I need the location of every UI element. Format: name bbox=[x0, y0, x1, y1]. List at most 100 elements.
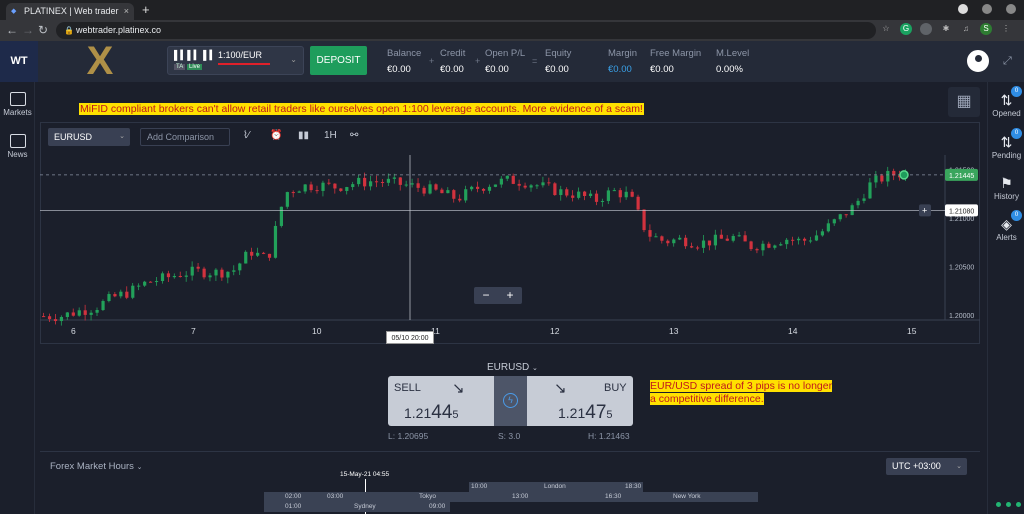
chart-layout-grid-icon[interactable]: ▦ bbox=[948, 87, 980, 117]
timeframe-selector[interactable]: 1H bbox=[324, 130, 337, 141]
candle-body bbox=[541, 182, 545, 186]
alarm-clock-icon[interactable]: ⏰ bbox=[270, 130, 282, 141]
sidebar-item-pending[interactable]: ⇅ 0 Pending bbox=[988, 128, 1024, 160]
buy-button[interactable]: ↘ BUY 1.21475 bbox=[527, 376, 633, 426]
stat-label: Balance bbox=[387, 48, 422, 59]
zoom-in-button[interactable]: + bbox=[506, 287, 513, 304]
forex-market-hours-toggle[interactable]: Forex Market Hours ⌄ bbox=[50, 461, 142, 472]
candle-body bbox=[333, 183, 337, 189]
back-arrow-icon[interactable]: ← bbox=[6, 23, 18, 37]
candle-body bbox=[713, 234, 718, 246]
drawing-tools-icon[interactable]: ⚯ bbox=[350, 130, 358, 141]
profile-avatar[interactable]: S bbox=[980, 23, 992, 35]
sidebar-item-label: Opened bbox=[992, 109, 1021, 118]
browser-tab-bar: ◆ PLATINEX | Web trader × + bbox=[0, 0, 1024, 20]
user-avatar[interactable] bbox=[967, 50, 989, 72]
markets-chart-icon bbox=[9, 92, 26, 106]
grammarly-extension-icon[interactable]: G bbox=[900, 23, 912, 35]
window-controls bbox=[958, 4, 1016, 14]
trade-symbol-label: EURUSD bbox=[487, 362, 530, 373]
lightning-bolt-icon: ϟ bbox=[503, 393, 518, 408]
account-id-masked: ▌▍▌▍ ▌▍ bbox=[174, 50, 217, 60]
sell-label: SELL bbox=[394, 382, 421, 394]
candle-body bbox=[470, 186, 474, 190]
plus-operator: + bbox=[475, 56, 481, 66]
session-start: 02:00 bbox=[285, 493, 302, 500]
sidebar-item-history[interactable]: ⚑ History bbox=[988, 175, 1024, 201]
account-selector[interactable]: ▌▍▌▍ ▌▍ 1:100/EUR TA Live ⌄ bbox=[167, 46, 304, 75]
candle-body bbox=[618, 190, 622, 198]
candle-body bbox=[77, 310, 81, 316]
media-icon[interactable]: ♫ bbox=[960, 23, 972, 35]
trade-symbol-selector[interactable]: EURUSD ⌄ bbox=[487, 362, 538, 373]
sell-button[interactable]: SELL ↘ 1.21445 bbox=[388, 376, 494, 426]
add-comparison-input[interactable]: Add Comparison bbox=[140, 128, 230, 146]
candle-body bbox=[624, 191, 628, 198]
candle-body bbox=[101, 301, 105, 310]
candle-body bbox=[238, 263, 242, 271]
buy-price: 1.21475 bbox=[558, 402, 613, 423]
session-london: 10:00 London 18:30 bbox=[469, 482, 643, 492]
minimize-icon[interactable] bbox=[982, 4, 992, 14]
browser-tab[interactable]: ◆ PLATINEX | Web trader × bbox=[6, 3, 134, 20]
one-click-trading-toggle[interactable]: ϟ bbox=[494, 376, 527, 426]
record-icon[interactable] bbox=[958, 4, 968, 14]
zoom-out-button[interactable]: − bbox=[482, 287, 489, 304]
chevron-down-icon: ⌄ bbox=[136, 464, 143, 471]
url-bar[interactable]: 🔒 webtrader.platinex.co bbox=[56, 22, 876, 39]
forward-arrow-icon[interactable]: → bbox=[22, 23, 34, 37]
arrow-down-right-icon: ↘ bbox=[452, 380, 465, 397]
candle-body bbox=[256, 252, 260, 256]
candle-body bbox=[458, 198, 462, 201]
candle-body bbox=[196, 266, 200, 269]
price-chart[interactable]: 1.215001.210001.205001.20000671011121314… bbox=[40, 155, 980, 343]
candles-icon[interactable]: ▮▮ bbox=[298, 130, 309, 141]
daily-low: L: 1.20695 bbox=[388, 431, 429, 441]
sidebar-item-opened[interactable]: ⇅ 0 Opened bbox=[988, 86, 1024, 118]
candle-body bbox=[422, 187, 426, 194]
puzzle-icon[interactable]: ✱ bbox=[940, 23, 952, 35]
stat-label: Credit bbox=[440, 48, 466, 59]
candle-body bbox=[785, 239, 789, 245]
browser-menu-icon[interactable]: ⋮ bbox=[1000, 23, 1012, 35]
candle-body bbox=[410, 183, 414, 185]
sidebar-item-news[interactable]: News bbox=[0, 134, 35, 159]
extension-icon[interactable] bbox=[920, 23, 932, 35]
tab-title: PLATINEX | Web trader bbox=[24, 6, 119, 16]
candle-body bbox=[261, 252, 266, 254]
tab-close-icon[interactable]: × bbox=[124, 3, 129, 20]
timezone-selector[interactable]: UTC +03:00 ⌄ bbox=[886, 458, 967, 475]
candle-body bbox=[137, 285, 141, 287]
platinex-brand-logo: X bbox=[86, 39, 114, 83]
candle-body bbox=[392, 177, 396, 179]
candle-body bbox=[321, 182, 325, 191]
candle-body bbox=[814, 235, 819, 241]
reload-icon[interactable]: ↻ bbox=[38, 23, 48, 37]
sidebar-item-alerts[interactable]: ◈ 0 Alerts bbox=[988, 210, 1024, 242]
candle-body bbox=[719, 234, 723, 239]
bookmark-star-icon[interactable]: ☆ bbox=[880, 23, 892, 35]
account-leverage: 1:100/EUR bbox=[218, 50, 263, 60]
sidebar-item-markets[interactable]: Markets bbox=[0, 92, 35, 117]
section-divider bbox=[40, 451, 980, 452]
candle-body bbox=[832, 219, 836, 224]
chart-type-line-icon[interactable]: ⌇⁄ bbox=[243, 130, 250, 141]
new-tab-button[interactable]: + bbox=[142, 2, 150, 17]
close-window-icon[interactable] bbox=[1006, 4, 1016, 14]
x-tick-label: 6 bbox=[71, 326, 76, 336]
candle-body bbox=[214, 269, 218, 276]
stat-credit: Credit €0.00 bbox=[440, 48, 465, 75]
fullscreen-icon[interactable]: ⤢ bbox=[1003, 55, 1012, 68]
zoom-controls: − + bbox=[474, 287, 522, 304]
candle-body bbox=[291, 192, 295, 194]
candle-body bbox=[749, 241, 753, 250]
stat-value: €0.00 bbox=[545, 64, 569, 75]
stat-balance: Balance €0.00 bbox=[387, 48, 421, 75]
symbol-selector[interactable]: EURUSD ⌄ bbox=[48, 128, 130, 146]
session-name: Sydney bbox=[354, 503, 376, 510]
deposit-button[interactable]: DEPOSIT bbox=[310, 46, 367, 75]
candle-body bbox=[695, 247, 700, 249]
app-header: WT X ▌▍▌▍ ▌▍ 1:100/EUR TA Live ⌄ DEPOSIT… bbox=[0, 41, 1024, 82]
webtrader-logo[interactable]: WT bbox=[0, 41, 38, 82]
candle-body bbox=[517, 183, 521, 186]
